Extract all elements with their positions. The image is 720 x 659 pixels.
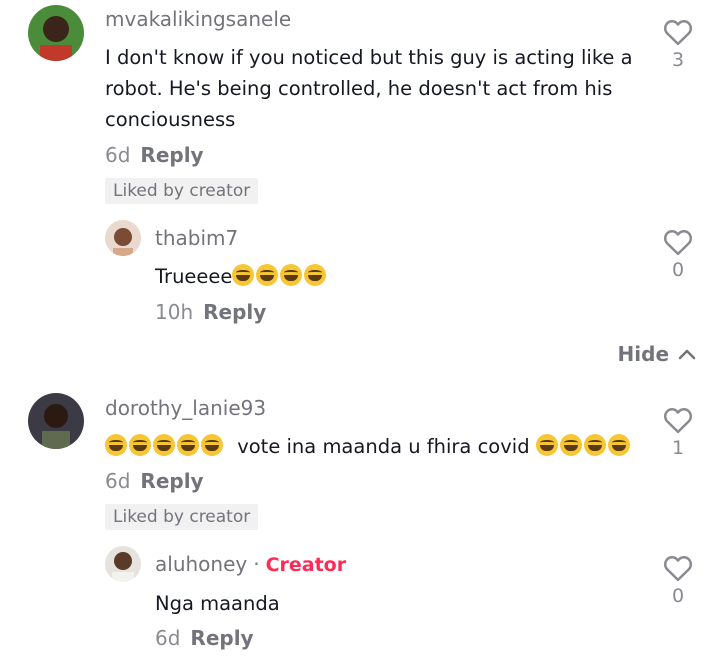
avatar[interactable] xyxy=(105,546,141,582)
heart-outline-icon xyxy=(663,229,693,256)
laughing-emoji-icon xyxy=(607,434,630,456)
comment-age: 6d xyxy=(105,469,131,493)
reply-button[interactable]: Reply xyxy=(203,300,266,324)
comment-age: 6d xyxy=(105,143,131,167)
reply-age: 6d xyxy=(155,626,181,650)
heart-outline-icon xyxy=(663,19,693,46)
heart-outline-icon xyxy=(663,407,693,434)
reply-text: Nga maanda xyxy=(155,592,280,615)
chevron-up-icon xyxy=(678,349,696,360)
heart-outline-icon xyxy=(663,555,693,582)
reply-username[interactable]: aluhoney xyxy=(155,552,247,576)
comment-meta: 6d Reply xyxy=(105,469,204,493)
comment-text-line: robot. He's being controlled, he doesn't… xyxy=(105,77,613,100)
comment-text-content: vote ina maanda u fhira covid xyxy=(237,435,530,458)
comment-meta: 6d Reply xyxy=(105,143,204,167)
hide-replies-button[interactable]: Hide xyxy=(618,342,696,366)
reply-username[interactable]: thabim7 xyxy=(155,226,238,250)
reply-meta: 10h Reply xyxy=(155,300,266,324)
reply-text-content: Trueeee xyxy=(155,265,233,288)
like-button[interactable]: 3 xyxy=(658,18,698,71)
avatar[interactable] xyxy=(28,5,84,61)
laughing-emoji-icon xyxy=(304,264,327,286)
reply-button[interactable]: Reply xyxy=(190,626,253,650)
like-button[interactable]: 1 xyxy=(658,406,698,459)
like-count: 0 xyxy=(671,585,685,607)
avatar[interactable] xyxy=(28,393,84,449)
laughing-emoji-icon xyxy=(129,434,151,456)
like-button[interactable]: 0 xyxy=(658,554,698,607)
laughing-emoji-icon xyxy=(201,434,223,456)
like-count: 1 xyxy=(671,437,685,459)
like-count: 3 xyxy=(671,49,685,71)
separator: · xyxy=(253,552,260,576)
laughing-emoji-icon xyxy=(280,264,303,286)
reply-button[interactable]: Reply xyxy=(140,143,203,167)
liked-by-creator-badge: Liked by creator xyxy=(105,504,259,530)
comment-text-line: conciousness xyxy=(105,108,236,131)
laughing-emoji-icon xyxy=(105,434,127,456)
comment-username[interactable]: dorothy_lanie93 xyxy=(105,396,266,420)
comment-username[interactable]: mvakalikingsanele xyxy=(105,7,291,31)
avatar[interactable] xyxy=(105,220,141,256)
creator-tag: Creator xyxy=(265,554,347,576)
laughing-emoji-icon xyxy=(583,434,606,456)
reply-meta: 6d Reply xyxy=(155,626,254,650)
reply-text: Trueeee xyxy=(155,261,328,292)
comment-text-line: I don't know if you noticed but this guy… xyxy=(105,46,633,69)
liked-by-creator-badge: Liked by creator xyxy=(105,178,259,204)
laughing-emoji-icon xyxy=(559,434,582,456)
like-count: 0 xyxy=(671,259,685,281)
reply-age: 10h xyxy=(155,300,194,324)
comment-text: I don't know if you noticed but this guy… xyxy=(105,42,633,135)
laughing-emoji-icon xyxy=(153,434,175,456)
reply-button[interactable]: Reply xyxy=(140,469,203,493)
reply-username-row: aluhoney · Creator xyxy=(155,552,346,576)
like-button[interactable]: 0 xyxy=(658,228,698,281)
hide-label: Hide xyxy=(617,342,670,366)
laughing-emoji-icon xyxy=(177,434,199,456)
laughing-emoji-icon xyxy=(232,264,255,286)
comment-text: vote ina maanda u fhira covid xyxy=(105,431,632,462)
laughing-emoji-icon xyxy=(535,434,558,456)
laughing-emoji-icon xyxy=(256,264,279,286)
